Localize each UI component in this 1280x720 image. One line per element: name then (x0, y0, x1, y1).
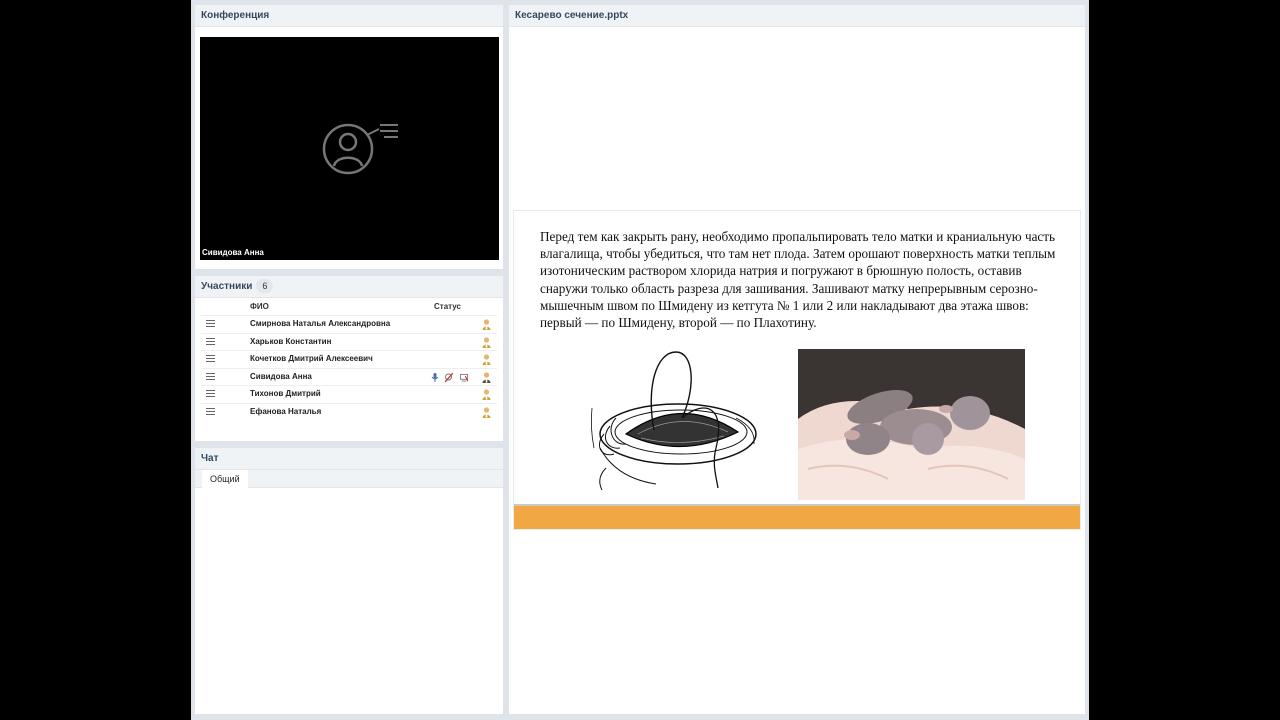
participants-table-header: ФИО Статус (195, 300, 503, 316)
participant-name: Ефанова Наталья (250, 406, 322, 416)
camera-off-icon[interactable] (445, 372, 453, 382)
menu-icon[interactable] (206, 407, 215, 416)
user-icon (482, 319, 491, 330)
column-header-status[interactable]: Статус (434, 302, 461, 311)
presentation-panel: Кесарево сечение.pptx Перед тем как закр… (509, 5, 1085, 714)
participant-row[interactable]: Тихонов Дмитрий (201, 385, 497, 403)
conference-panel: Конференция Сивидова Анна (195, 5, 503, 269)
screen-share-icon[interactable] (460, 373, 468, 382)
video-participant-name: Сивидова Анна (202, 248, 264, 257)
app-window: Конференция Сивидова Анна Участники 6 ФИО… (191, 0, 1089, 720)
participant-name: Смирнова Наталья Александровна (250, 319, 391, 328)
menu-icon[interactable] (206, 372, 215, 381)
participant-row[interactable]: Смирнова Наталья Александровна (201, 315, 497, 333)
participants-count-badge: 6 (256, 279, 274, 293)
column-header-name[interactable]: ФИО (250, 302, 269, 311)
participants-header: Участники 6 (195, 276, 503, 298)
conference-title: Конференция (195, 5, 503, 27)
participant-name: Сивидова Анна (250, 371, 312, 381)
user-icon (482, 354, 491, 366)
user-chat-icon (322, 123, 398, 175)
participants-list: Смирнова Наталья Александровна Харьков Ко… (201, 315, 497, 421)
kittens-photo (798, 349, 1025, 500)
participants-title: Участники (201, 281, 253, 292)
user-icon (482, 336, 491, 348)
presentation-title: Кесарево сечение.pptx (509, 5, 1085, 27)
suture-illustration (590, 351, 757, 491)
menu-icon[interactable] (206, 320, 215, 328)
participant-row[interactable]: Ефанова Наталья (201, 402, 497, 421)
participants-panel: Участники 6 ФИО Статус Смирнова Наталья А… (195, 276, 503, 441)
chat-tabs: Общий (195, 470, 503, 488)
participant-name: Тихонов Дмитрий (250, 389, 321, 399)
microphone-icon[interactable] (431, 372, 439, 382)
user-icon (482, 389, 491, 401)
presentation-slide: Перед тем как закрыть рану, необходимо п… (513, 210, 1081, 530)
participant-row[interactable]: Кочетков Дмитрий Алексеевич (201, 350, 497, 368)
participant-name: Харьков Константин (250, 336, 332, 346)
participant-row[interactable]: Сивидова Анна (201, 367, 497, 386)
participant-name: Кочетков Дмитрий Алексеевич (250, 354, 373, 364)
slide-text: Перед тем как закрыть рану, необходимо п… (540, 229, 1056, 331)
video-area[interactable]: Сивидова Анна (200, 37, 499, 260)
participant-row[interactable]: Харьков Константин (201, 332, 497, 351)
menu-icon[interactable] (206, 390, 215, 398)
user-icon (482, 407, 491, 418)
user-icon (482, 372, 491, 383)
chat-title: Чат (195, 448, 503, 470)
menu-icon[interactable] (206, 337, 215, 346)
kittens-photo-graphic (798, 349, 1025, 500)
chat-panel: Чат Общий (195, 448, 503, 714)
menu-icon[interactable] (206, 355, 215, 363)
slide-accent-bar (514, 504, 1080, 529)
tab-general[interactable]: Общий (202, 470, 248, 488)
